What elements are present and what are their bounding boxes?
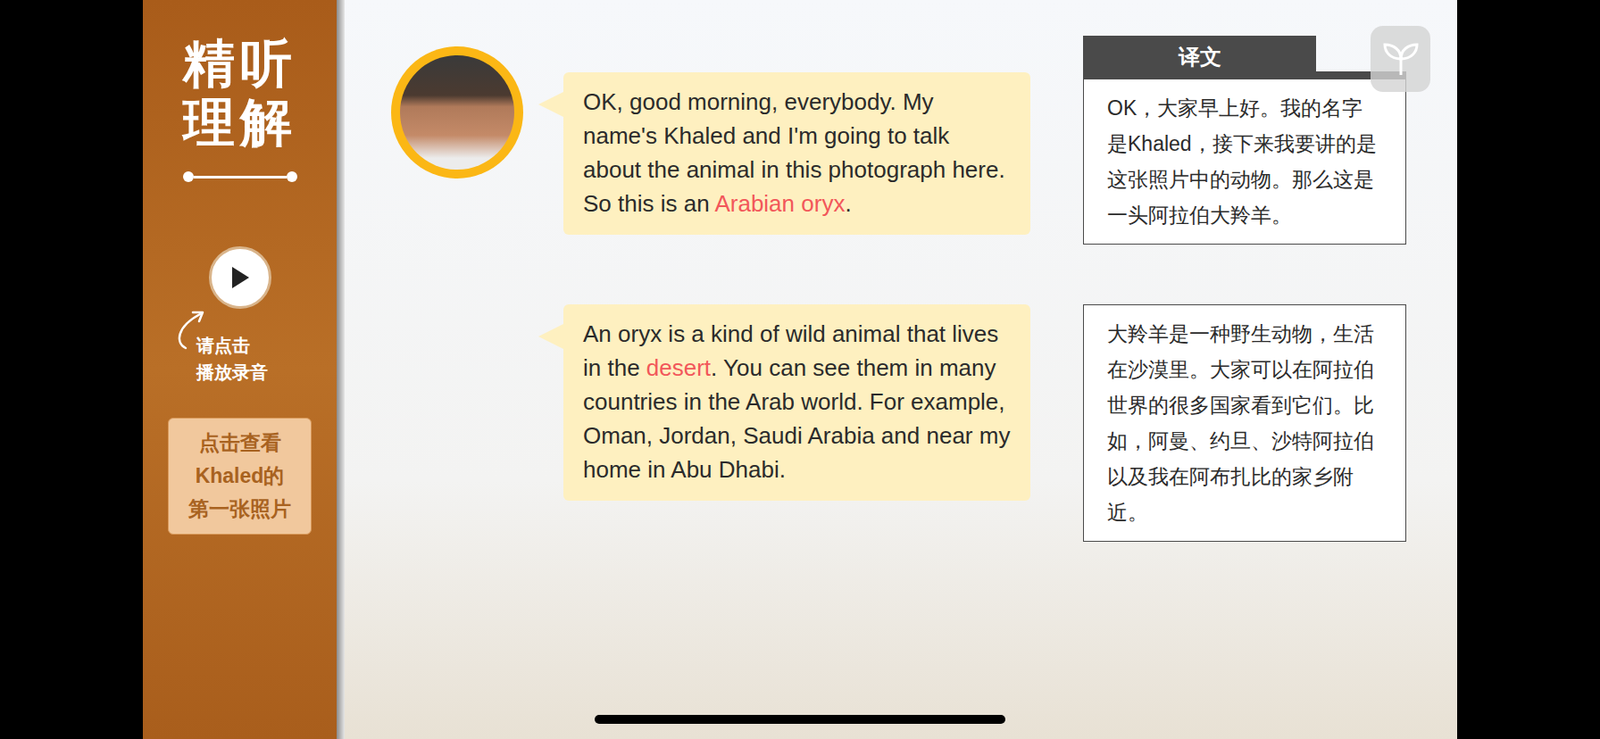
speaker-avatar bbox=[391, 46, 524, 179]
speech-bubble: OK, good morning, everybody. My name's K… bbox=[563, 72, 1031, 235]
bubble-text: OK, good morning, everybody. My name's K… bbox=[583, 84, 1011, 221]
lesson-panel: OK, good morning, everybody. My name's K… bbox=[344, 0, 1458, 739]
translation-text: 大羚羊是一种野生动物，生活在沙漠里。大家可以在阿拉伯世界的很多国家看到它们。比如… bbox=[1107, 316, 1383, 531]
hint-line: 播放录音 bbox=[196, 358, 268, 386]
keyword: desert bbox=[646, 354, 711, 382]
title-divider bbox=[183, 171, 298, 183]
divider-dot bbox=[183, 171, 194, 183]
divider-line bbox=[193, 175, 287, 179]
hint-text: 请点击播放录音 bbox=[196, 332, 268, 386]
title-line: 精听 bbox=[183, 33, 298, 93]
sidebar-title: 精听理解 bbox=[183, 33, 298, 152]
play-icon bbox=[229, 266, 251, 290]
photo-button-line: 第一张照片 bbox=[188, 492, 292, 526]
translation-panel: 大羚羊是一种野生动物，生活在沙漠里。大家可以在阿拉伯世界的很多国家看到它们。比如… bbox=[1083, 304, 1407, 542]
play-hint: 请点击播放录音 bbox=[142, 312, 337, 375]
keyword: Arabian oryx bbox=[714, 190, 845, 217]
dialogue-row: OK, good morning, everybody. My name's K… bbox=[391, 35, 1458, 245]
home-indicator bbox=[594, 715, 1006, 725]
bubble-tail bbox=[538, 91, 564, 117]
sidebar: 精听理解请点击播放录音点击查看Khaled的第一张照片 bbox=[142, 0, 337, 739]
translation-box: 大羚羊是一种野生动物，生活在沙漠里。大家可以在阿拉伯世界的很多国家看到它们。比如… bbox=[1083, 304, 1407, 542]
translation-text: OK，大家早上好。我的名字是Khaled，接下来我要讲的是这张照片中的动物。那么… bbox=[1107, 90, 1383, 234]
speech-bubble: An oryx is a kind of wild animal that li… bbox=[563, 304, 1031, 501]
photo-button-line: 点击查看 bbox=[199, 426, 282, 460]
title-line: 理解 bbox=[183, 92, 298, 152]
bubble-text: An oryx is a kind of wild animal that li… bbox=[583, 316, 1011, 487]
play-button[interactable] bbox=[208, 246, 272, 309]
dialogue-row: An oryx is a kind of wild animal that li… bbox=[391, 304, 1458, 542]
app-logo bbox=[1370, 25, 1431, 92]
translation-panel: 译文 OK，大家早上好。我的名字是Khaled，接下来我要讲的是这张照片中的动物。… bbox=[1083, 35, 1407, 245]
bubble-tail bbox=[538, 324, 564, 350]
hint-line: 请点击 bbox=[196, 332, 268, 359]
avatar-photo bbox=[400, 55, 515, 170]
photo-button-line: Khaled的 bbox=[195, 459, 285, 493]
photo-button[interactable]: 点击查看Khaled的第一张照片 bbox=[167, 417, 312, 535]
text-segment: . bbox=[844, 190, 851, 217]
sprout-icon bbox=[1381, 39, 1421, 79]
translation-header: 译文 bbox=[1083, 35, 1317, 72]
translation-box: OK，大家早上好。我的名字是Khaled，接下来我要讲的是这张照片中的动物。那么… bbox=[1083, 71, 1407, 245]
divider-dot bbox=[286, 171, 298, 183]
avatar-column bbox=[391, 35, 524, 179]
